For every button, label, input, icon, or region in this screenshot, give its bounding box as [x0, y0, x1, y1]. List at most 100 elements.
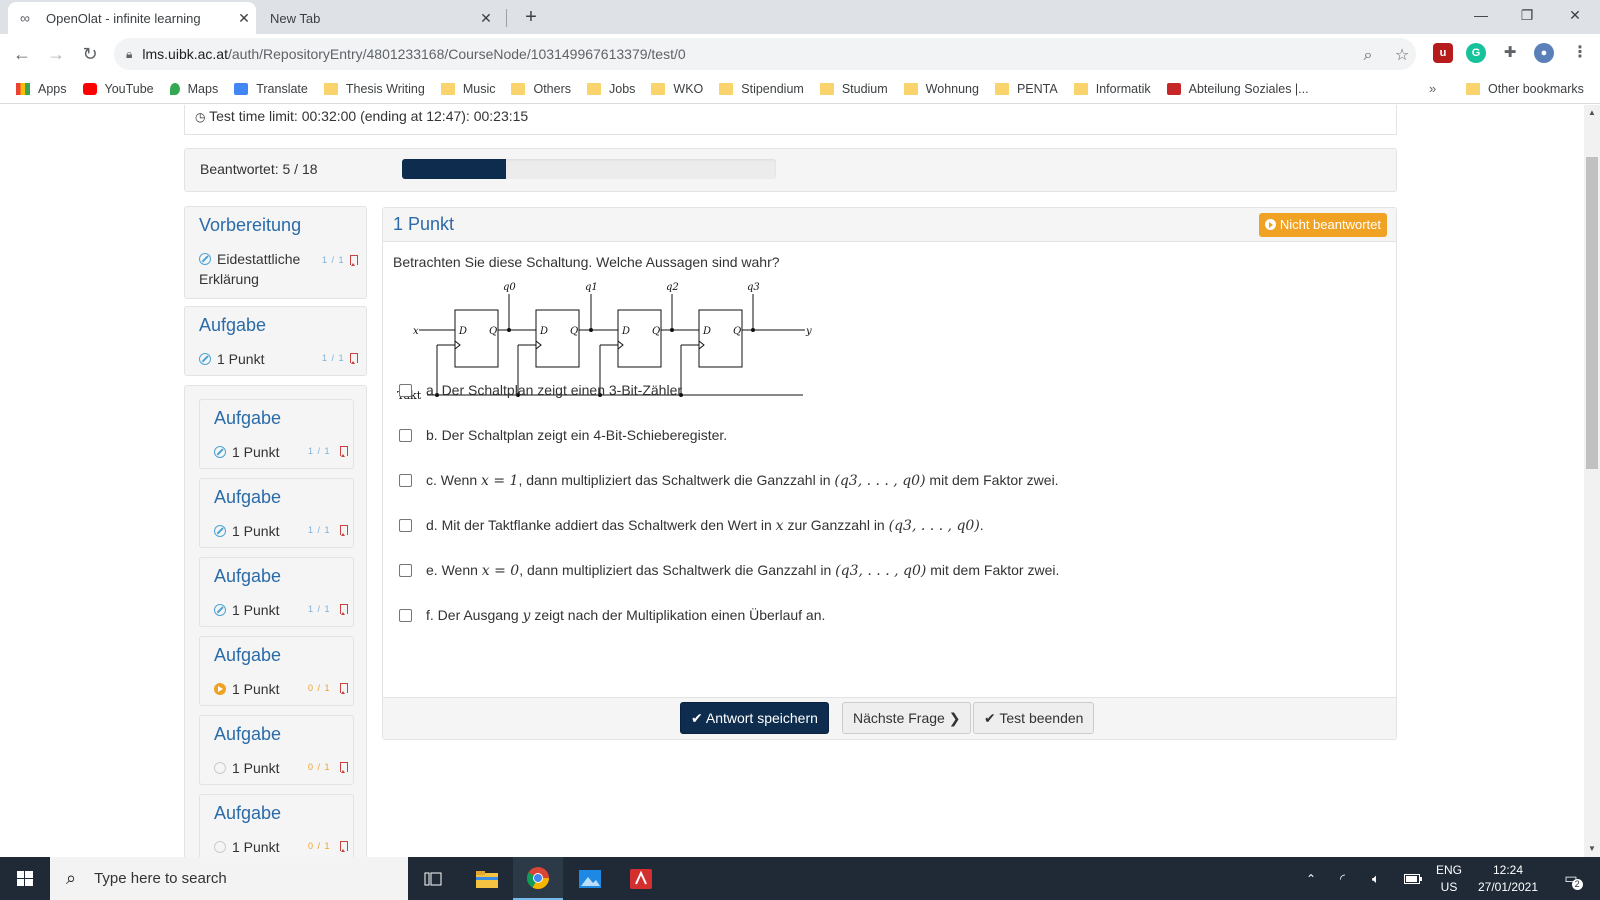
ublock-icon[interactable]: u [1433, 43, 1453, 63]
bookmark-abteilung-soziales[interactable]: Abteilung Soziales |... [1166, 82, 1309, 96]
clock[interactable]: 12:24 27/01/2021 [1474, 857, 1542, 900]
nav-card-aufgabe[interactable]: Aufgabe 1 Punkt 1 / 1 [199, 399, 354, 469]
scroll-down-icon[interactable]: ▼ [1584, 841, 1600, 857]
clock-icon: ◷ [195, 110, 206, 124]
item-score: 1 / 1 [308, 446, 331, 456]
save-answer-button[interactable]: ✔ Antwort speichern [680, 702, 829, 734]
bookmarks-overflow-button[interactable]: » [1429, 81, 1436, 96]
extensions-puzzle-icon[interactable]: ✚ [1500, 43, 1520, 63]
volume-icon[interactable]: 🔈︎ [1372, 857, 1380, 900]
page-content: ◷ Test time limit: 00:32:00 (ending at 1… [0, 105, 1584, 857]
grammarly-icon[interactable]: G [1466, 43, 1486, 63]
folder-icon [903, 82, 918, 95]
bookmark-others[interactable]: Others [511, 82, 571, 96]
close-window-button[interactable]: ✕ [1552, 0, 1598, 30]
option-e[interactable]: e. Wenn x = 0, dann multipliziert das Sc… [399, 562, 1059, 579]
next-question-button[interactable]: Nächste Frage ❯ [842, 702, 972, 734]
bookmark-translate[interactable]: Translate [234, 82, 308, 96]
bookmark-label: PENTA [1016, 81, 1058, 96]
bookmark-flag-icon[interactable] [340, 525, 348, 536]
bookmark-thesis-writing[interactable]: Thesis Writing [323, 82, 425, 96]
scroll-thumb[interactable] [1586, 157, 1598, 469]
checkbox-b[interactable] [399, 428, 412, 442]
nav-card-aufgabe[interactable]: Aufgabe 1 Punkt 1 / 1 [199, 557, 354, 627]
checkbox-c[interactable] [399, 474, 412, 487]
tab-openolat[interactable]: ∞ OpenOlat - infinite learning ✕ [8, 2, 256, 34]
option-d[interactable]: d. Mit der Taktflanke addiert das Schalt… [399, 517, 984, 534]
bookmark-flag-icon[interactable] [350, 353, 358, 364]
close-tab-icon[interactable]: ✕ [474, 10, 498, 27]
windows-start-button[interactable] [0, 857, 50, 900]
network-icon[interactable]: ◜ [1340, 857, 1345, 900]
bookmark-wohnung[interactable]: Wohnung [903, 82, 979, 96]
photos-icon[interactable] [565, 857, 615, 900]
bookmark-flag-icon[interactable] [350, 255, 358, 266]
nav-card-aufgabe[interactable]: Aufgabe 1 Punkt 0 / 1 [199, 715, 354, 785]
answered-icon [214, 525, 226, 537]
nav-item-eidestattliche[interactable]: Eidestattliche Erklärung [199, 249, 300, 289]
acrobat-reader-icon[interactable] [616, 857, 666, 900]
bookmark-label: Studium [841, 81, 888, 96]
show-hidden-icons[interactable]: ⌃ [1306, 857, 1316, 900]
other-bookmarks[interactable]: Other bookmarks [1466, 74, 1584, 104]
option-f[interactable]: f. Der Ausgang y zeigt nach der Multipli… [399, 607, 825, 624]
bookmark-star-icon[interactable]: ☆ [1388, 42, 1416, 70]
section-title[interactable]: Aufgabe [199, 315, 266, 336]
nav-section-vorbereitung: Vorbereitung Eidestattliche Erklärung 1 … [184, 206, 367, 299]
address-bar[interactable]: 🔒︎ lms.uibk.ac.at/auth/RepositoryEntry/4… [114, 38, 1416, 70]
text-segment: f. Der Ausgang [426, 607, 523, 623]
bookmark-informatik[interactable]: Informatik [1073, 82, 1151, 96]
bookmark-flag-icon[interactable] [340, 604, 348, 615]
chrome-menu-icon[interactable]: ⋮ [1570, 43, 1590, 63]
bookmark-apps[interactable]: Apps [16, 82, 67, 96]
battery-icon[interactable] [1404, 857, 1422, 900]
bookmark-maps[interactable]: Maps [169, 82, 218, 96]
option-b[interactable]: b. Der Schaltplan zeigt ein 4-Bit-Schieb… [399, 427, 727, 443]
reload-icon[interactable]: ↻ [76, 40, 104, 68]
chrome-taskbar-icon[interactable] [513, 857, 563, 900]
tab-new-tab[interactable]: New Tab ✕ [258, 2, 498, 34]
bookmark-wko[interactable]: WKO [651, 82, 703, 96]
bookmark-label: Jobs [609, 81, 636, 96]
nav-card-aufgabe[interactable]: Aufgabe 1 Punkt 0 / 1 [199, 794, 354, 857]
bookmark-music[interactable]: Music [440, 82, 495, 96]
nav-item-1-punkt[interactable]: 1 Punkt [199, 351, 264, 367]
nav-section-aufgabe: Aufgabe 1 Punkt 1 / 1 [184, 306, 367, 376]
zoom-icon[interactable]: ⌕ [1354, 42, 1382, 70]
bookmark-jobs[interactable]: Jobs [587, 82, 635, 96]
bookmark-flag-icon[interactable] [340, 762, 348, 773]
checkbox-f[interactable] [399, 609, 412, 622]
checkbox-e[interactable] [399, 564, 412, 577]
bookmark-youtube[interactable]: YouTube [82, 82, 154, 96]
restore-button[interactable]: ❐ [1504, 0, 1550, 30]
section-title[interactable]: Vorbereitung [199, 215, 301, 236]
close-tab-icon[interactable]: ✕ [232, 10, 256, 27]
minimize-button[interactable]: — [1458, 0, 1504, 30]
bookmark-flag-icon[interactable] [340, 841, 348, 852]
scroll-up-icon[interactable]: ▲ [1584, 105, 1600, 121]
browser-tabstrip: ∞ OpenOlat - infinite learning ✕ New Tab… [0, 0, 1600, 34]
page-scrollbar[interactable]: ▲ ▼ [1584, 105, 1600, 857]
language-indicator[interactable]: ENG US [1434, 857, 1464, 900]
checkbox-d[interactable] [399, 519, 412, 532]
bookmark-penta[interactable]: PENTA [994, 81, 1058, 96]
forward-icon[interactable]: → [42, 40, 70, 68]
notifications-icon[interactable]: ▭ 2 [1556, 857, 1586, 900]
profile-avatar[interactable]: ● [1534, 43, 1554, 63]
check-icon: ✔ [691, 710, 703, 726]
option-a[interactable]: a. Der Schaltplan zeigt einen 3-Bit-Zähl… [399, 382, 682, 398]
finish-test-button[interactable]: ✔ Test beenden [973, 702, 1095, 734]
file-explorer-icon[interactable] [462, 857, 512, 900]
nav-card-aufgabe[interactable]: Aufgabe 1 Punkt 1 / 1 [199, 478, 354, 548]
checkbox-a[interactable] [399, 383, 412, 397]
taskbar-search[interactable]: ⌕ Type here to search [50, 857, 408, 900]
task-view-icon[interactable] [408, 857, 458, 900]
bookmark-stipendium[interactable]: Stipendium [719, 82, 804, 96]
back-icon[interactable]: ← [8, 40, 36, 68]
bookmark-flag-icon[interactable] [340, 683, 348, 694]
option-c[interactable]: c. Wenn x = 1, dann multipliziert das Sc… [399, 472, 1059, 489]
nav-card-aufgabe-current[interactable]: Aufgabe 1 Punkt 0 / 1 [199, 636, 354, 706]
bookmark-studium[interactable]: Studium [819, 81, 888, 96]
new-tab-button[interactable]: + [518, 4, 544, 30]
bookmark-flag-icon[interactable] [340, 446, 348, 457]
